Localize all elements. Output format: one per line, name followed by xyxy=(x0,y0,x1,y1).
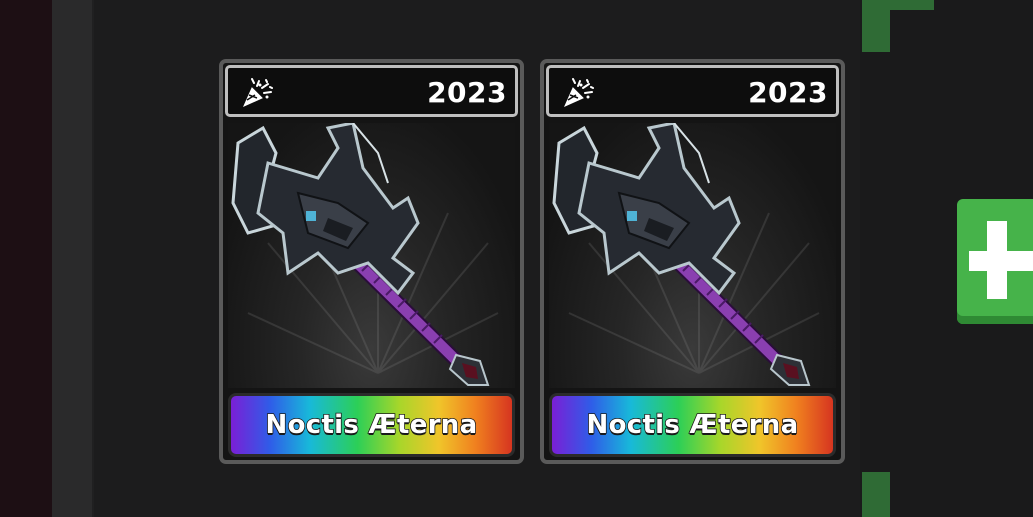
item-preview xyxy=(228,123,515,388)
selection-corner-bottom xyxy=(862,472,890,517)
party-popper-icon xyxy=(243,78,273,107)
party-popper-icon xyxy=(564,78,594,107)
item-year: 2023 xyxy=(427,76,507,109)
item-name: Noctis Æterna xyxy=(265,409,478,441)
left-panel-edge xyxy=(0,0,52,517)
item-card[interactable]: 2023 Noctis Æterna xyxy=(219,59,524,464)
item-preview xyxy=(549,123,836,388)
item-name: Noctis Æterna xyxy=(586,409,799,441)
axe-weapon-icon xyxy=(231,123,499,386)
item-name-plate: Noctis Æterna xyxy=(549,393,836,457)
axe-weapon-icon xyxy=(552,123,820,386)
item-year: 2023 xyxy=(748,76,828,109)
item-card[interactable]: 2023 Noctis Æterna xyxy=(540,59,845,464)
add-item-button[interactable] xyxy=(957,199,1033,324)
card-header: 2023 xyxy=(546,65,839,117)
card-header: 2023 xyxy=(225,65,518,117)
scroll-track[interactable] xyxy=(52,0,94,517)
item-name-plate: Noctis Æterna xyxy=(228,393,515,457)
plus-icon-bar xyxy=(969,251,1033,271)
selection-corner-top-edge xyxy=(862,0,934,10)
